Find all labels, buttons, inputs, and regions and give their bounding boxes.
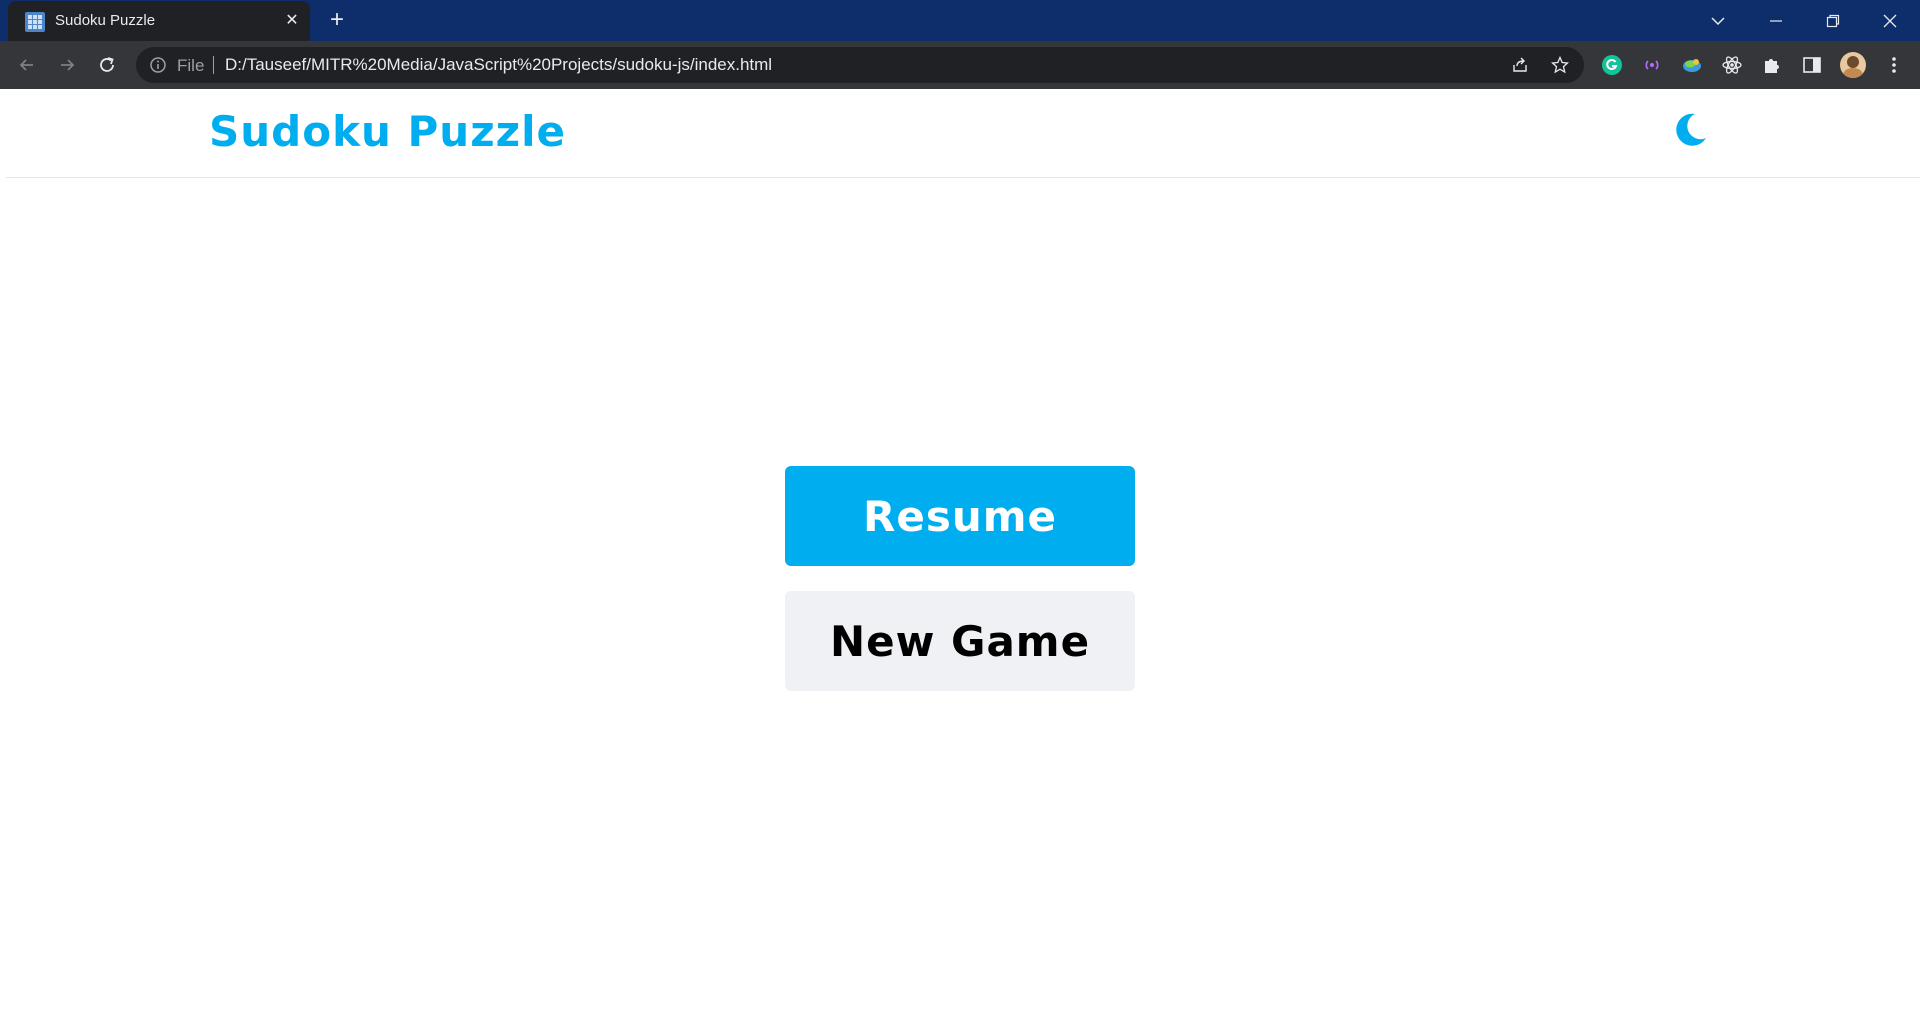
dark-mode-toggle-moon-icon[interactable] <box>1671 111 1709 149</box>
back-button[interactable] <box>11 49 43 81</box>
avatar-body <box>1843 68 1863 78</box>
restore-button[interactable] <box>1805 0 1861 41</box>
arrow-right-icon <box>61 59 75 71</box>
page: Sudoku Puzzle Resume New Game <box>0 89 1920 1021</box>
reload-button[interactable] <box>91 49 123 81</box>
forward-button[interactable] <box>51 49 83 81</box>
broadcast-icon[interactable] <box>1641 54 1663 76</box>
minimize-button[interactable] <box>1748 0 1804 41</box>
more-menu-icon[interactable] <box>1883 54 1905 76</box>
resume-button[interactable]: Resume <box>785 466 1135 566</box>
side-panel-icon[interactable] <box>1801 54 1823 76</box>
minimize-icon <box>1770 19 1782 22</box>
address-bar[interactable]: File D:/Tauseef/MITR%20Media/JavaScript%… <box>136 47 1584 83</box>
star-icon[interactable] <box>1551 56 1569 74</box>
page-header: Sudoku Puzzle <box>6 89 1920 178</box>
reload-icon <box>100 57 114 72</box>
browser-titlebar: Sudoku Puzzle ✕ + <box>0 0 1920 41</box>
react-icon[interactable] <box>1721 54 1743 76</box>
grammarly-icon[interactable] <box>1601 54 1623 76</box>
browser-toolbar: File D:/Tauseef/MITR%20Media/JavaScript%… <box>0 41 1920 89</box>
restore-icon <box>1826 14 1840 27</box>
scheme-label: File <box>177 56 205 75</box>
new-tab-button[interactable]: + <box>325 8 349 32</box>
close-icon[interactable]: ✕ <box>282 11 302 31</box>
chevron-down-icon <box>1711 16 1725 25</box>
tab-title: Sudoku Puzzle <box>55 12 156 29</box>
close-icon <box>1883 14 1897 27</box>
browser-tab[interactable]: Sudoku Puzzle ✕ <box>8 1 310 41</box>
profile-avatar[interactable] <box>1840 52 1866 78</box>
url-text[interactable]: D:/Tauseef/MITR%20Media/JavaScript%20Pro… <box>225 55 772 75</box>
sudoku-favicon-icon <box>25 12 45 32</box>
share-icon[interactable] <box>1511 56 1529 74</box>
arrow-left-icon <box>19 59 33 71</box>
color-picker-icon[interactable] <box>1681 54 1703 76</box>
puzzle-extensions-icon[interactable] <box>1761 54 1783 76</box>
new-game-button[interactable]: New Game <box>785 591 1135 691</box>
close-window-button[interactable] <box>1862 0 1918 41</box>
app-logo[interactable]: Sudoku Puzzle <box>209 107 566 156</box>
divider <box>213 56 214 74</box>
info-icon[interactable] <box>149 56 167 74</box>
avatar-face <box>1847 56 1859 68</box>
tab-search-button[interactable] <box>1690 0 1746 41</box>
